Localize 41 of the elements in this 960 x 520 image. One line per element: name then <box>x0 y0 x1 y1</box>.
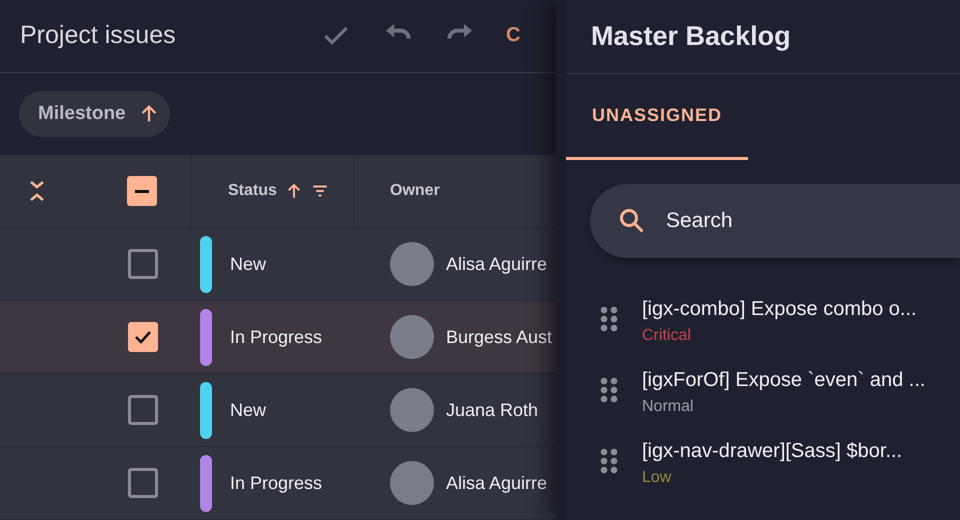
owner-name: Alisa Aguirre <box>446 472 548 494</box>
issue-title[interactable]: [igx-nav-drawer][Sass] $bor... <box>642 440 902 463</box>
avatar <box>390 461 434 506</box>
column-header[interactable]: Owner <box>354 155 556 228</box>
drag-handle-icon <box>600 377 618 403</box>
table-row[interactable]: In Progress Burgess Aust <box>0 301 556 374</box>
table-row[interactable]: New Alisa Aguirre <box>0 228 556 302</box>
row-checkbox[interactable] <box>128 468 158 498</box>
owner-name: Alisa Aguirre <box>446 254 548 275</box>
avatar <box>390 388 434 432</box>
drag-handle-icon <box>600 448 618 474</box>
status-text: New <box>230 400 266 421</box>
table-row[interactable]: New Juana Roth <box>0 374 556 448</box>
status-text: In Progress <box>230 472 322 494</box>
priority-label: Normal <box>642 398 695 416</box>
row-checkbox[interactable] <box>128 249 158 280</box>
tab[interactable]: UNASSIGNED <box>566 74 748 160</box>
avatar <box>390 242 434 286</box>
owner-name: Burgess Aust <box>446 326 552 348</box>
drawer-title: Master Backlog <box>591 21 791 52</box>
minus-icon <box>134 190 150 193</box>
toolbar-button[interactable]: C <box>506 24 520 48</box>
search-field[interactable]: Search <box>664 208 918 234</box>
status-text: New <box>230 254 266 275</box>
drag-handle-icon <box>600 306 618 332</box>
row-checkbox[interactable] <box>128 322 158 352</box>
header-checkbox[interactable] <box>127 176 157 206</box>
search-icon <box>618 207 646 235</box>
issue-title[interactable]: [igx-combo] Expose combo o... <box>642 298 917 321</box>
row-checkbox[interactable] <box>128 395 158 426</box>
table-row[interactable]: In Progress Alisa Aguirre <box>0 447 556 520</box>
priority-label: Critical <box>642 327 692 345</box>
group-chip[interactable]: Milestone <box>19 91 170 138</box>
issue-title[interactable]: [igxForOf] Expose `even` and ... <box>642 369 926 392</box>
grid-title: Project issues <box>20 21 177 50</box>
avatar <box>390 315 434 360</box>
owner-name: Juana Roth <box>446 400 538 421</box>
collapse-icon <box>28 179 46 204</box>
column-header[interactable]: Status <box>192 155 354 228</box>
priority-label: Low <box>642 469 672 487</box>
status-text: In Progress <box>230 326 322 348</box>
